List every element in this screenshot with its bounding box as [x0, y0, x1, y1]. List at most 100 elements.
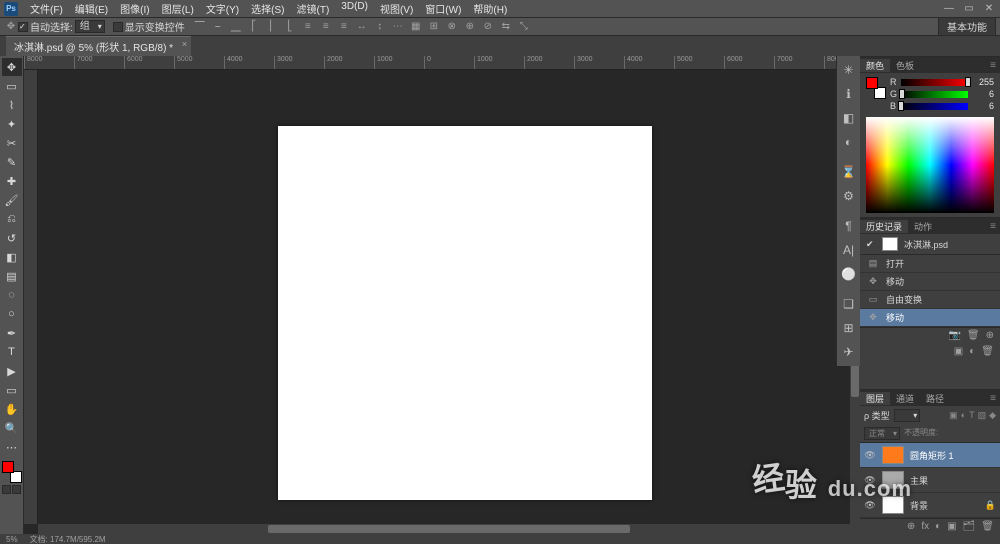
collapsed-panel-icon[interactable]: ¶: [839, 216, 859, 236]
collapsed-panel-icon[interactable]: ⚙: [839, 186, 859, 206]
panel-footer-icon[interactable]: 📷: [948, 330, 960, 341]
footer-icon[interactable]: ▣: [954, 346, 963, 357]
color-spectrum[interactable]: [866, 117, 994, 213]
panel-menu-icon[interactable]: ≡: [986, 60, 1000, 71]
path-select-tool[interactable]: ▶: [2, 362, 22, 380]
close-tab-icon[interactable]: ×: [182, 39, 187, 49]
eraser-tool[interactable]: ◧: [2, 248, 22, 266]
layer-filter-icon[interactable]: ◆: [989, 410, 996, 421]
layers-tab[interactable]: 图层: [860, 392, 890, 405]
show-transform-checkbox[interactable]: [113, 22, 123, 32]
actions-tab[interactable]: 动作: [908, 220, 938, 233]
zoom-level[interactable]: 5%: [6, 535, 18, 544]
edit-toolbar[interactable]: ⋯: [2, 438, 22, 456]
channel-value[interactable]: 255: [972, 77, 994, 87]
visibility-icon[interactable]: 👁: [864, 500, 876, 511]
gradient-tool[interactable]: ▤: [2, 267, 22, 285]
panel-footer-icon[interactable]: 🗑: [967, 330, 980, 341]
history-snapshot[interactable]: ✔ 冰淇淋.psd: [860, 234, 1000, 255]
collapsed-panel-icon[interactable]: ◐: [839, 132, 859, 152]
layer-filter-icon[interactable]: T: [969, 410, 975, 421]
history-brush-tool[interactable]: ↺: [2, 229, 22, 247]
align-icon[interactable]: ≡: [337, 20, 351, 34]
menu-item[interactable]: 帮助(H): [467, 1, 513, 16]
zoom-tool[interactable]: 🔍: [2, 419, 22, 437]
menu-item[interactable]: 图层(L): [156, 1, 200, 16]
crop-tool[interactable]: ✂: [2, 134, 22, 152]
history-step[interactable]: ▤打开: [860, 255, 1000, 273]
hand-tool[interactable]: ✋: [2, 400, 22, 418]
menu-item[interactable]: 选择(S): [245, 1, 290, 16]
type-tool[interactable]: T: [2, 343, 22, 361]
panel-menu-icon[interactable]: ≡: [986, 221, 1000, 232]
align-icon[interactable]: ⎣: [283, 20, 297, 34]
menu-item[interactable]: 窗口(W): [419, 1, 467, 16]
history-step[interactable]: ▭自由变换: [860, 291, 1000, 309]
panel-menu-icon[interactable]: ≡: [986, 393, 1000, 404]
foreground-swatch[interactable]: [866, 77, 878, 89]
history-step[interactable]: ✥移动: [860, 273, 1000, 291]
collapsed-panel-icon[interactable]: ⌛: [839, 162, 859, 182]
layers-footer-icon[interactable]: ⊕: [907, 521, 915, 532]
doc-size[interactable]: 文档: 174.7M/595.2M: [30, 534, 106, 544]
align-icon[interactable]: ⎯: [211, 20, 225, 34]
color-slider[interactable]: [900, 103, 968, 110]
align-icon[interactable]: ⊗: [445, 20, 459, 34]
align-icon[interactable]: ⊞: [427, 20, 441, 34]
align-icon[interactable]: ↕: [373, 20, 387, 34]
collapsed-panel-icon[interactable]: ✳: [839, 60, 859, 80]
layer-item[interactable]: 👁主果: [860, 468, 1000, 493]
channel-value[interactable]: 6: [972, 101, 994, 111]
align-icon[interactable]: ≡: [319, 20, 333, 34]
align-icon[interactable]: ⎡: [247, 20, 261, 34]
menu-item[interactable]: 视图(V): [374, 1, 419, 16]
dodge-tool[interactable]: ○: [2, 305, 22, 323]
color-slider[interactable]: [901, 79, 969, 86]
footer-icon[interactable]: ◐: [969, 346, 975, 357]
marquee-tool[interactable]: ▭: [2, 77, 22, 95]
menu-item[interactable]: 编辑(E): [69, 1, 114, 16]
menu-item[interactable]: 文字(Y): [200, 1, 245, 16]
swatches-tab[interactable]: 色板: [890, 59, 920, 72]
pen-tool[interactable]: ✒: [2, 324, 22, 342]
align-icon[interactable]: ⇆: [499, 20, 513, 34]
layer-item[interactable]: 👁圆角矩形 1: [860, 443, 1000, 468]
quick-select-tool[interactable]: ✦: [2, 115, 22, 133]
menu-item[interactable]: 3D(D): [335, 1, 374, 16]
auto-select-checkbox[interactable]: [18, 22, 28, 32]
lasso-tool[interactable]: ⌇: [2, 96, 22, 114]
layer-filter-icon[interactable]: ▣: [949, 410, 958, 421]
blend-mode-dropdown[interactable]: 正常: [864, 427, 900, 440]
layers-footer-icon[interactable]: 🗑: [981, 521, 994, 532]
layer-kind-dropdown[interactable]: ⠀: [894, 409, 921, 422]
panel-footer-icon[interactable]: ⊕: [986, 330, 994, 341]
color-tab[interactable]: 颜色: [860, 59, 890, 72]
layers-footer-icon[interactable]: ▣: [947, 521, 956, 532]
paths-tab[interactable]: 路径: [920, 392, 950, 405]
canvas[interactable]: [278, 126, 652, 500]
layers-footer-icon[interactable]: 🗂: [963, 521, 976, 532]
channel-value[interactable]: 6: [972, 89, 994, 99]
collapsed-panel-icon[interactable]: ✈: [839, 342, 859, 362]
brush-tool[interactable]: 🖌: [2, 191, 22, 209]
align-icon[interactable]: ⋯: [391, 20, 405, 34]
blur-tool[interactable]: ◌: [2, 286, 22, 304]
window-min-button[interactable]: —: [942, 3, 956, 14]
quick-mask-icon[interactable]: [2, 485, 11, 494]
visibility-icon[interactable]: 👁: [864, 475, 876, 486]
history-tab[interactable]: 历史记录: [860, 220, 908, 233]
layer-filter-icon[interactable]: ◐: [961, 410, 966, 421]
collapsed-panel-icon[interactable]: ⚪: [839, 264, 859, 284]
visibility-icon[interactable]: 👁: [864, 450, 876, 461]
color-slider[interactable]: [901, 91, 968, 98]
healing-tool[interactable]: ✚: [2, 172, 22, 190]
layer-filter-icon[interactable]: ▧: [978, 410, 987, 421]
background-layer[interactable]: 👁 背景 🔒: [860, 493, 1000, 518]
align-icon[interactable]: ⊕: [463, 20, 477, 34]
screen-mode-icon[interactable]: [12, 485, 21, 494]
align-icon[interactable]: ⎢: [265, 20, 279, 34]
align-icon[interactable]: ⊘: [481, 20, 495, 34]
menu-item[interactable]: 图像(I): [114, 1, 155, 16]
workspace-switcher[interactable]: 基本功能: [938, 17, 996, 36]
eyedropper-tool[interactable]: ✎: [2, 153, 22, 171]
